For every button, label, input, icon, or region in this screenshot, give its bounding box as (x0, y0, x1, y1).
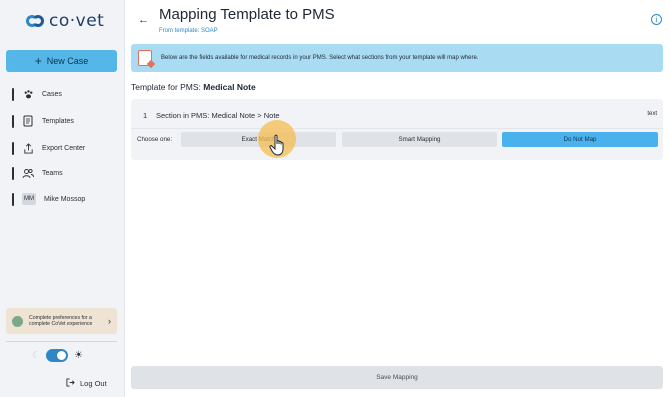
sidebar-item-cases[interactable]: Cases (12, 86, 62, 102)
template-name: Medical Note (203, 82, 256, 92)
active-indicator (12, 166, 14, 180)
active-indicator (12, 192, 14, 206)
do-not-map-button[interactable]: Do Not Map (502, 132, 658, 147)
logout-icon (66, 378, 75, 389)
choose-one-label: Choose one: (137, 136, 173, 143)
sun-icon: ☀ (74, 350, 84, 361)
team-icon (22, 167, 34, 179)
sidebar-item-label: Cases (42, 90, 62, 98)
sidebar-item-label: Templates (42, 117, 74, 125)
sidebar: co·vet + New Case Cases Templates Export… (0, 0, 125, 397)
logout-label: Log Out (80, 379, 107, 388)
banner-text: Below are the fields available for medic… (161, 55, 479, 61)
chevron-right-icon: › (108, 316, 111, 326)
template-heading: Template for PMS: Medical Note (131, 82, 256, 92)
field-type: text (647, 111, 657, 117)
active-indicator (12, 114, 14, 128)
preferences-icon (12, 315, 23, 327)
avatar: MM (22, 193, 36, 205)
page-title: Mapping Template to PMS (159, 6, 335, 23)
sidebar-item-label: Export Center (42, 144, 86, 152)
active-indicator (12, 141, 14, 155)
sidebar-item-profile[interactable]: MM Mike Mossop (12, 191, 85, 207)
logout-button[interactable]: Log Out (66, 378, 107, 389)
new-case-label: New Case (46, 56, 89, 66)
new-case-button[interactable]: + New Case (6, 50, 117, 72)
paw-icon (22, 88, 34, 100)
field-label: Section in PMS: Medical Note > Note (156, 111, 280, 120)
theme-toggle[interactable] (46, 349, 69, 362)
divider (6, 341, 117, 342)
template-subtitle: From template: SOAP (159, 28, 218, 34)
sidebar-item-teams[interactable]: Teams (12, 165, 63, 181)
hand-cursor-icon (269, 134, 284, 156)
sidebar-item-export-center[interactable]: Export Center (12, 140, 85, 156)
plus-icon: + (34, 54, 42, 68)
mapping-field-card: 1 Section in PMS: Medical Note > Note te… (131, 99, 663, 160)
field-number: 1 (143, 111, 148, 120)
complete-preferences-card[interactable]: Complete preferences for a complete CoVe… (6, 308, 117, 334)
sidebar-item-templates[interactable]: Templates (12, 113, 74, 129)
save-mapping-button[interactable]: Save Mapping (131, 366, 663, 389)
template-heading-prefix: Template for PMS: (131, 82, 204, 92)
sidebar-item-label: Teams (42, 169, 63, 177)
preferences-text: Complete preferences for a complete CoVe… (29, 314, 93, 328)
clipboard-edit-icon (138, 50, 152, 66)
theme-switcher: ☾ ☀ (32, 349, 83, 362)
info-banner: Below are the fields available for medic… (131, 44, 663, 72)
sidebar-item-label: Mike Mossop (44, 195, 86, 203)
back-arrow-icon[interactable]: ← (138, 14, 149, 26)
logo-mark-icon (26, 12, 44, 30)
document-icon (22, 115, 34, 127)
smart-mapping-button[interactable]: Smart Mapping (342, 132, 497, 147)
field-header: 1 Section in PMS: Medical Note > Note te… (131, 99, 663, 129)
info-icon[interactable]: i (651, 14, 662, 25)
logo-text: co·vet (49, 11, 105, 31)
moon-icon: ☾ (32, 350, 41, 360)
export-icon (22, 142, 34, 154)
active-indicator (12, 87, 14, 101)
covet-logo[interactable]: co·vet (26, 10, 104, 32)
